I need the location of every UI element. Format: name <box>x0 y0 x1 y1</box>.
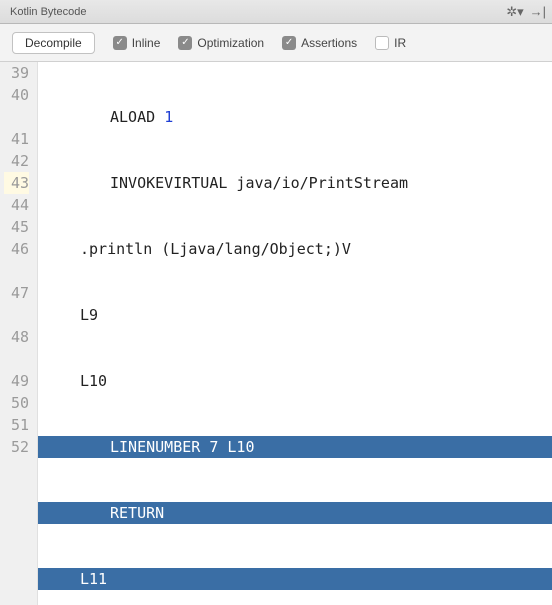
line-number: 47 <box>4 282 29 326</box>
line-number: 48 <box>4 326 29 370</box>
code-line: .println (Ljava/lang/Object;)V <box>38 238 552 260</box>
assertions-checkbox[interactable]: ✓ Assertions <box>282 36 357 50</box>
line-number: 41 <box>4 128 29 150</box>
code-line: L10 <box>38 370 552 392</box>
code-line: INVOKEVIRTUAL java/io/PrintStream <box>38 172 552 194</box>
code-line-selected: RETURN <box>38 502 552 524</box>
line-number: 51 <box>4 414 29 436</box>
line-number: 50 <box>4 392 29 414</box>
line-number: 49 <box>4 370 29 392</box>
code-area[interactable]: ALOAD 1 INVOKEVIRTUAL java/io/PrintStrea… <box>38 62 552 605</box>
code-editor[interactable]: 39 40 41 42 43 44 45 46 47 48 49 50 51 5… <box>0 62 552 605</box>
line-number: 42 <box>4 150 29 172</box>
decompile-button[interactable]: Decompile <box>12 32 95 54</box>
line-number: 44 <box>4 194 29 216</box>
line-gutter: 39 40 41 42 43 44 45 46 47 48 49 50 51 5… <box>0 62 38 605</box>
checkmark-icon: ✓ <box>113 36 127 50</box>
code-line: L9 <box>38 304 552 326</box>
line-number: 40 <box>4 84 29 128</box>
titlebar-actions: ✲▾ →| <box>506 4 546 20</box>
checkmark-icon: ✓ <box>178 36 192 50</box>
ir-checkbox[interactable]: IR <box>375 36 406 50</box>
code-line-selected: LINENUMBER 7 L10 <box>38 436 552 458</box>
gear-icon[interactable]: ✲▾ <box>506 4 523 20</box>
checkmark-icon: ✓ <box>282 36 296 50</box>
assertions-label: Assertions <box>301 36 357 50</box>
titlebar: Kotlin Bytecode ✲▾ →| <box>0 0 552 24</box>
optimization-checkbox[interactable]: ✓ Optimization <box>178 36 264 50</box>
line-number: 46 <box>4 238 29 282</box>
line-number: 45 <box>4 216 29 238</box>
ir-label: IR <box>394 36 406 50</box>
optimization-label: Optimization <box>197 36 264 50</box>
checkbox-empty-icon <box>375 36 389 50</box>
hide-icon[interactable]: →| <box>530 4 546 19</box>
line-number: 43 <box>4 172 29 194</box>
inline-checkbox[interactable]: ✓ Inline <box>113 36 161 50</box>
line-number: 39 <box>4 62 29 84</box>
panel-title: Kotlin Bytecode <box>6 6 86 18</box>
code-line: ALOAD 1 <box>38 106 552 128</box>
toolbar: Decompile ✓ Inline ✓ Optimization ✓ Asse… <box>0 24 552 62</box>
code-line-selected: L11 <box>38 568 552 590</box>
line-number: 52 <box>4 436 29 568</box>
inline-label: Inline <box>132 36 161 50</box>
